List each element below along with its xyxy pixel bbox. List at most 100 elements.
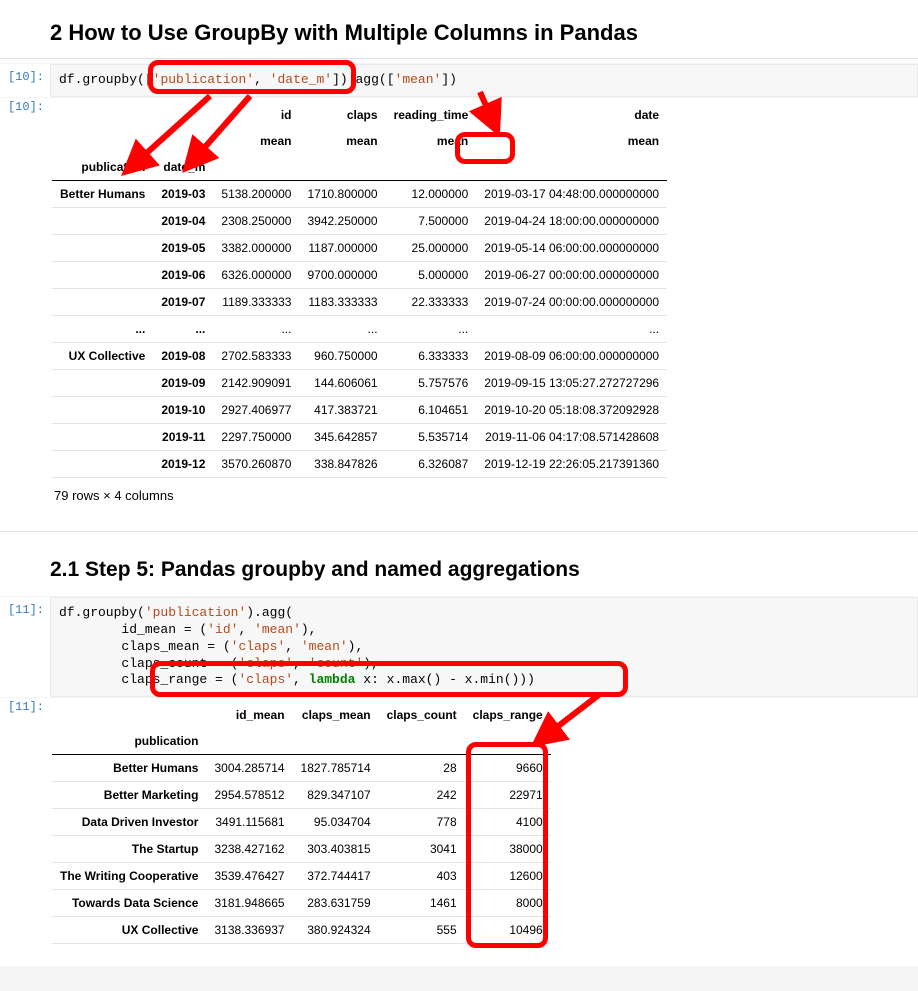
table-cell: ... [153, 315, 213, 342]
code-token: ] [332, 72, 340, 87]
code-token: ).agg( [246, 605, 293, 620]
code-token: , [285, 639, 301, 654]
table-cell [52, 207, 153, 234]
code-cell-11: [11]: df.groupby('publication').agg( id_… [0, 596, 918, 698]
table-cell: 5.757576 [386, 369, 477, 396]
table-cell: 2019-03-17 04:48:00.000000000 [476, 180, 667, 207]
code-input-11[interactable]: df.groupby('publication').agg( id_mean =… [50, 597, 918, 697]
code-token: df.groupby( [59, 605, 145, 620]
table-cell: 5.535714 [386, 423, 477, 450]
table-cell: 338.847826 [299, 450, 385, 477]
table-row: 2019-066326.0000009700.0000005.000000201… [52, 261, 667, 288]
table-cell: 3382.000000 [213, 234, 299, 261]
table-row: .................. [52, 315, 667, 342]
table-cell: 144.606061 [299, 369, 385, 396]
table-cell: 3004.285714 [206, 755, 292, 782]
table-cell: 2019-10 [153, 396, 213, 423]
table-cell: 3181.948665 [206, 890, 292, 917]
code-cell-10: [10]: df.groupby(['publication', 'date_m… [0, 63, 918, 98]
table-header [386, 154, 477, 181]
output-10: idclapsreading_timedate meanmeanmeanmean… [50, 98, 918, 515]
table-cell: 22971 [465, 782, 551, 809]
section-2-1: 2.1 Step 5: Pandas groupby and named agg… [0, 532, 918, 954]
code-token: , [293, 672, 309, 687]
table-row: The Writing Cooperative3539.476427372.74… [52, 863, 551, 890]
table-cell: 6.333333 [386, 342, 477, 369]
table-cell: 242 [379, 782, 465, 809]
output-cell-10: [10]: idclapsreading_timedate meanmeanme… [0, 98, 918, 521]
table-cell: 9700.000000 [299, 261, 385, 288]
table-cell: Better Marketing [52, 782, 206, 809]
table-cell [52, 369, 153, 396]
table-header [52, 702, 206, 728]
table-cell: 4100 [465, 809, 551, 836]
table-row: Better Humans2019-035138.2000001710.8000… [52, 180, 667, 207]
code-token: 'id' [207, 622, 238, 637]
table-header [299, 154, 385, 181]
code-token: 'mean' [254, 622, 301, 637]
table-header: mean [476, 128, 667, 154]
table-cell: 345.642857 [299, 423, 385, 450]
code-token: 'claps' [238, 656, 293, 671]
table-cell: The Startup [52, 836, 206, 863]
table-cell: ... [52, 315, 153, 342]
table-header: date_m [153, 154, 213, 181]
table-header [465, 728, 551, 755]
code-token: claps_count = ( [59, 656, 238, 671]
table-cell: 1189.333333 [213, 288, 299, 315]
table-header: mean [386, 128, 477, 154]
table-cell: 2019-07-24 00:00:00.000000000 [476, 288, 667, 315]
table-header [153, 128, 213, 154]
table-cell: Better Humans [52, 755, 206, 782]
table-row: 2019-071189.3333331183.33333322.33333320… [52, 288, 667, 315]
table-cell [52, 423, 153, 450]
table-header: mean [299, 128, 385, 154]
code-token: [ [145, 72, 153, 87]
code-input-10[interactable]: df.groupby(['publication', 'date_m']).ag… [50, 64, 918, 97]
table-cell: 28 [379, 755, 465, 782]
table-row: 2019-123570.260870338.8478266.3260872019… [52, 450, 667, 477]
table-cell: 2019-06-27 00:00:00.000000000 [476, 261, 667, 288]
table-cell: 12.000000 [386, 180, 477, 207]
table-cell: 778 [379, 809, 465, 836]
table-cell [52, 261, 153, 288]
table-header [476, 154, 667, 181]
table-cell: 3570.260870 [213, 450, 299, 477]
table-cell: 2297.750000 [213, 423, 299, 450]
code-token: claps_range = ( [59, 672, 238, 687]
code-token: ).agg([ [340, 72, 395, 87]
table-cell: 5138.200000 [213, 180, 299, 207]
table-cell: 10496 [465, 917, 551, 944]
table-footer-note: 79 rows × 4 columns [52, 478, 914, 511]
table-header [293, 728, 379, 755]
table-cell: 5.000000 [386, 261, 477, 288]
table-cell [52, 288, 153, 315]
table-cell: 25.000000 [386, 234, 477, 261]
code-token: x: x.max() - x.min())) [355, 672, 534, 687]
output-cell-11: [11]: id_meanclaps_meanclaps_countclaps_… [0, 698, 918, 954]
table-cell: 1183.333333 [299, 288, 385, 315]
table-cell: 8000 [465, 890, 551, 917]
code-token: , [254, 72, 270, 87]
dataframe-table-11: id_meanclaps_meanclaps_countclaps_range … [52, 702, 551, 944]
table-header: claps_range [465, 702, 551, 728]
table-header: id_mean [206, 702, 292, 728]
table-header: date [476, 102, 667, 128]
table-cell: ... [299, 315, 385, 342]
table-row: UX Collective3138.336937380.924324555104… [52, 917, 551, 944]
table-cell: Better Humans [52, 180, 153, 207]
table-header: id [213, 102, 299, 128]
table-cell: 2019-08 [153, 342, 213, 369]
table-cell: 3041 [379, 836, 465, 863]
code-token: ]) [441, 72, 457, 87]
code-token: 'publication' [145, 605, 246, 620]
table-cell: 2019-09 [153, 369, 213, 396]
table-cell: 7.500000 [386, 207, 477, 234]
table-cell: 6.326087 [386, 450, 477, 477]
table-row: Towards Data Science3181.948665283.63175… [52, 890, 551, 917]
section-2-1-heading: 2.1 Step 5: Pandas groupby and named agg… [0, 540, 918, 596]
code-token: lambda [309, 672, 356, 687]
table-cell: Data Driven Investor [52, 809, 206, 836]
table-header: publication [52, 728, 206, 755]
table-cell: 2308.250000 [213, 207, 299, 234]
